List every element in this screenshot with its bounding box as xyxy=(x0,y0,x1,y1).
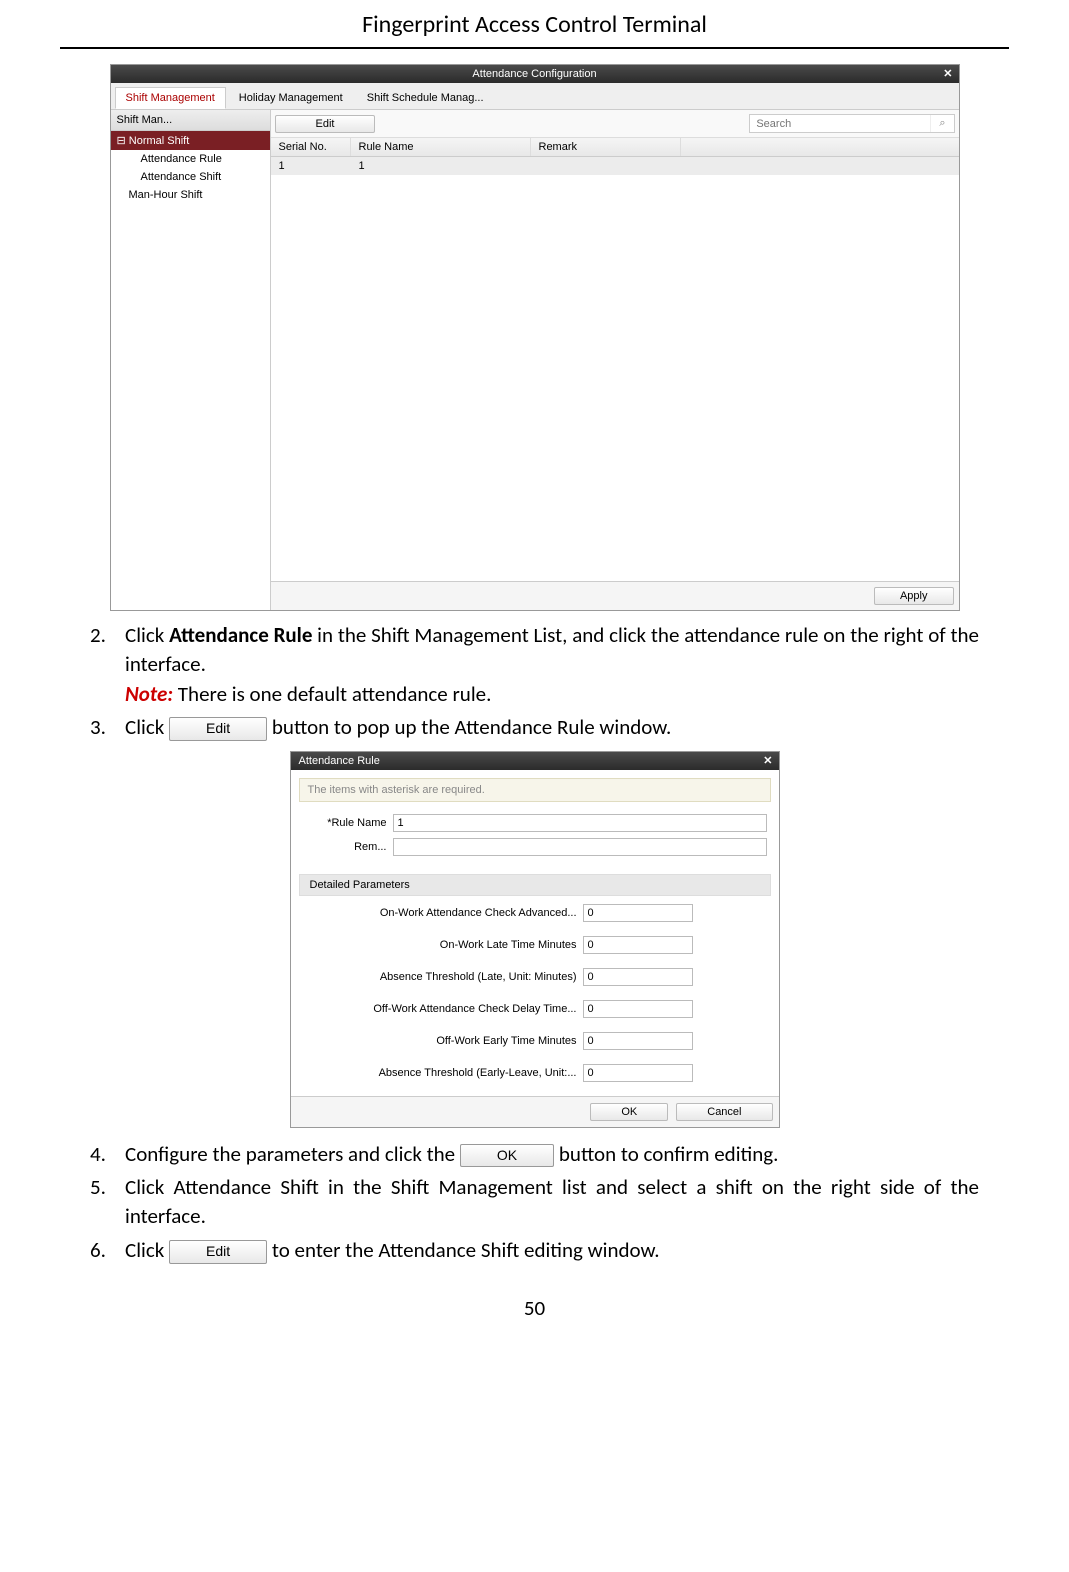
param-absence-early: Absence Threshold (Early-Leave, Unit:... xyxy=(303,1064,767,1082)
remark-input[interactable] xyxy=(393,838,767,856)
inline-edit-button: Edit xyxy=(169,717,267,741)
tree-normal-shift[interactable]: ⊟ Normal Shift xyxy=(111,131,270,150)
step-number: 3. xyxy=(90,713,125,742)
search-input[interactable] xyxy=(750,115,930,132)
attendance-rule-dialog: Attendance Rule ✕ The items with asteris… xyxy=(290,751,780,1128)
tree-man-hour-shift[interactable]: Man-Hour Shift xyxy=(111,186,270,204)
document-header: Fingerprint Access Control Terminal xyxy=(60,10,1009,49)
cell-rule-name: 1 xyxy=(351,157,531,175)
page-number: 50 xyxy=(60,1295,1009,1321)
param-onwork-advanced: On-Work Attendance Check Advanced... xyxy=(303,904,767,922)
remark-label: Rem... xyxy=(303,841,393,853)
search-box: ⌕ xyxy=(749,114,954,133)
tree-attendance-rule[interactable]: Attendance Rule xyxy=(111,150,270,168)
form-top: *Rule Name Rem... xyxy=(291,810,779,874)
detailed-params-header: Detailed Parameters xyxy=(299,874,771,896)
tab-shift-schedule[interactable]: Shift Schedule Manag... xyxy=(356,87,495,109)
apply-button[interactable]: Apply xyxy=(874,587,954,605)
param-absence-late: Absence Threshold (Late, Unit: Minutes) xyxy=(303,968,767,986)
instruction-list-2: 4. Configure the parameters and click th… xyxy=(90,1140,979,1266)
param-label: Off-Work Early Time Minutes xyxy=(303,1035,583,1047)
param-label: Absence Threshold (Late, Unit: Minutes) xyxy=(303,971,583,983)
table-row[interactable]: 1 1 xyxy=(271,157,959,175)
param-label: On-Work Late Time Minutes xyxy=(303,939,583,951)
step-number: 2. xyxy=(90,621,125,709)
cancel-button[interactable]: Cancel xyxy=(676,1103,772,1121)
step-4: 4. Configure the parameters and click th… xyxy=(90,1140,979,1169)
param-input[interactable] xyxy=(583,936,693,954)
param-offwork-early: Off-Work Early Time Minutes xyxy=(303,1032,767,1050)
hint-text: The items with asterisk are required. xyxy=(299,778,771,802)
param-input[interactable] xyxy=(583,968,693,986)
shift-management-sidebar: Shift Man... ⊟ Normal Shift Attendance R… xyxy=(111,110,271,610)
grid-body: 1 1 xyxy=(271,157,959,581)
toolbar: Edit ⌕ xyxy=(271,110,959,138)
search-icon[interactable]: ⌕ xyxy=(930,115,953,132)
param-label: On-Work Attendance Check Advanced... xyxy=(303,907,583,919)
tree-attendance-shift[interactable]: Attendance Shift xyxy=(111,168,270,186)
cell-serial: 1 xyxy=(271,157,351,175)
close-icon[interactable]: ✕ xyxy=(763,754,772,767)
ok-button[interactable]: OK xyxy=(590,1103,668,1121)
column-serial-no: Serial No. xyxy=(271,138,351,156)
close-icon[interactable]: ✕ xyxy=(943,67,952,80)
note-label: Note: xyxy=(125,681,173,707)
step-3: 3. Click Edit button to pop up the Atten… xyxy=(90,713,979,742)
tab-holiday-management[interactable]: Holiday Management xyxy=(228,87,354,109)
step-number: 5. xyxy=(90,1173,125,1232)
param-input[interactable] xyxy=(583,1064,693,1082)
rule-name-row: *Rule Name xyxy=(303,814,767,832)
param-input[interactable] xyxy=(583,1000,693,1018)
param-offwork-delay: Off-Work Attendance Check Delay Time... xyxy=(303,1000,767,1018)
step-2: 2. Click Attendance Rule in the Shift Ma… xyxy=(90,621,979,709)
edit-button[interactable]: Edit xyxy=(275,115,376,133)
dialog-titlebar: Attendance Rule ✕ xyxy=(291,752,779,770)
window-titlebar: Attendance Configuration ✕ xyxy=(111,65,959,83)
param-input[interactable] xyxy=(583,1032,693,1050)
minus-icon: ⊟ xyxy=(117,135,129,147)
rule-name-input[interactable] xyxy=(393,814,767,832)
grid-header-row: Serial No. Rule Name Remark xyxy=(271,138,959,157)
param-onwork-late: On-Work Late Time Minutes xyxy=(303,936,767,954)
dialog-footer: OK Cancel xyxy=(291,1096,779,1127)
sidebar-header: Shift Man... xyxy=(111,110,270,131)
step-number: 6. xyxy=(90,1236,125,1265)
dialog-title: Attendance Rule xyxy=(299,755,380,767)
instruction-list: 2. Click Attendance Rule in the Shift Ma… xyxy=(90,621,979,743)
attendance-config-window: Attendance Configuration ✕ Shift Managem… xyxy=(110,64,960,611)
footer-bar: Apply xyxy=(271,581,959,610)
step-6: 6. Click Edit to enter the Attendance Sh… xyxy=(90,1236,979,1265)
inline-ok-button: OK xyxy=(460,1144,554,1168)
param-label: Absence Threshold (Early-Leave, Unit:... xyxy=(303,1067,583,1079)
inline-edit-button-2: Edit xyxy=(169,1240,267,1264)
tab-bar: Shift Management Holiday Management Shif… xyxy=(111,83,959,110)
param-label: Off-Work Attendance Check Delay Time... xyxy=(303,1003,583,1015)
shift-tree: ⊟ Normal Shift Attendance Rule Attendanc… xyxy=(111,131,270,610)
window-title: Attendance Configuration xyxy=(472,68,596,80)
column-rule-name: Rule Name xyxy=(351,138,531,156)
detailed-params-body: On-Work Attendance Check Advanced... On-… xyxy=(303,904,767,1082)
column-remark: Remark xyxy=(531,138,681,156)
tab-shift-management[interactable]: Shift Management xyxy=(115,87,226,109)
right-content-panel: Edit ⌕ Serial No. Rule Name Remark 1 1 A… xyxy=(271,110,959,610)
step-5: 5. Click Attendance Shift in the Shift M… xyxy=(90,1173,979,1232)
param-input[interactable] xyxy=(583,904,693,922)
rule-name-label: *Rule Name xyxy=(303,817,393,829)
remark-row: Rem... xyxy=(303,838,767,856)
step-number: 4. xyxy=(90,1140,125,1169)
